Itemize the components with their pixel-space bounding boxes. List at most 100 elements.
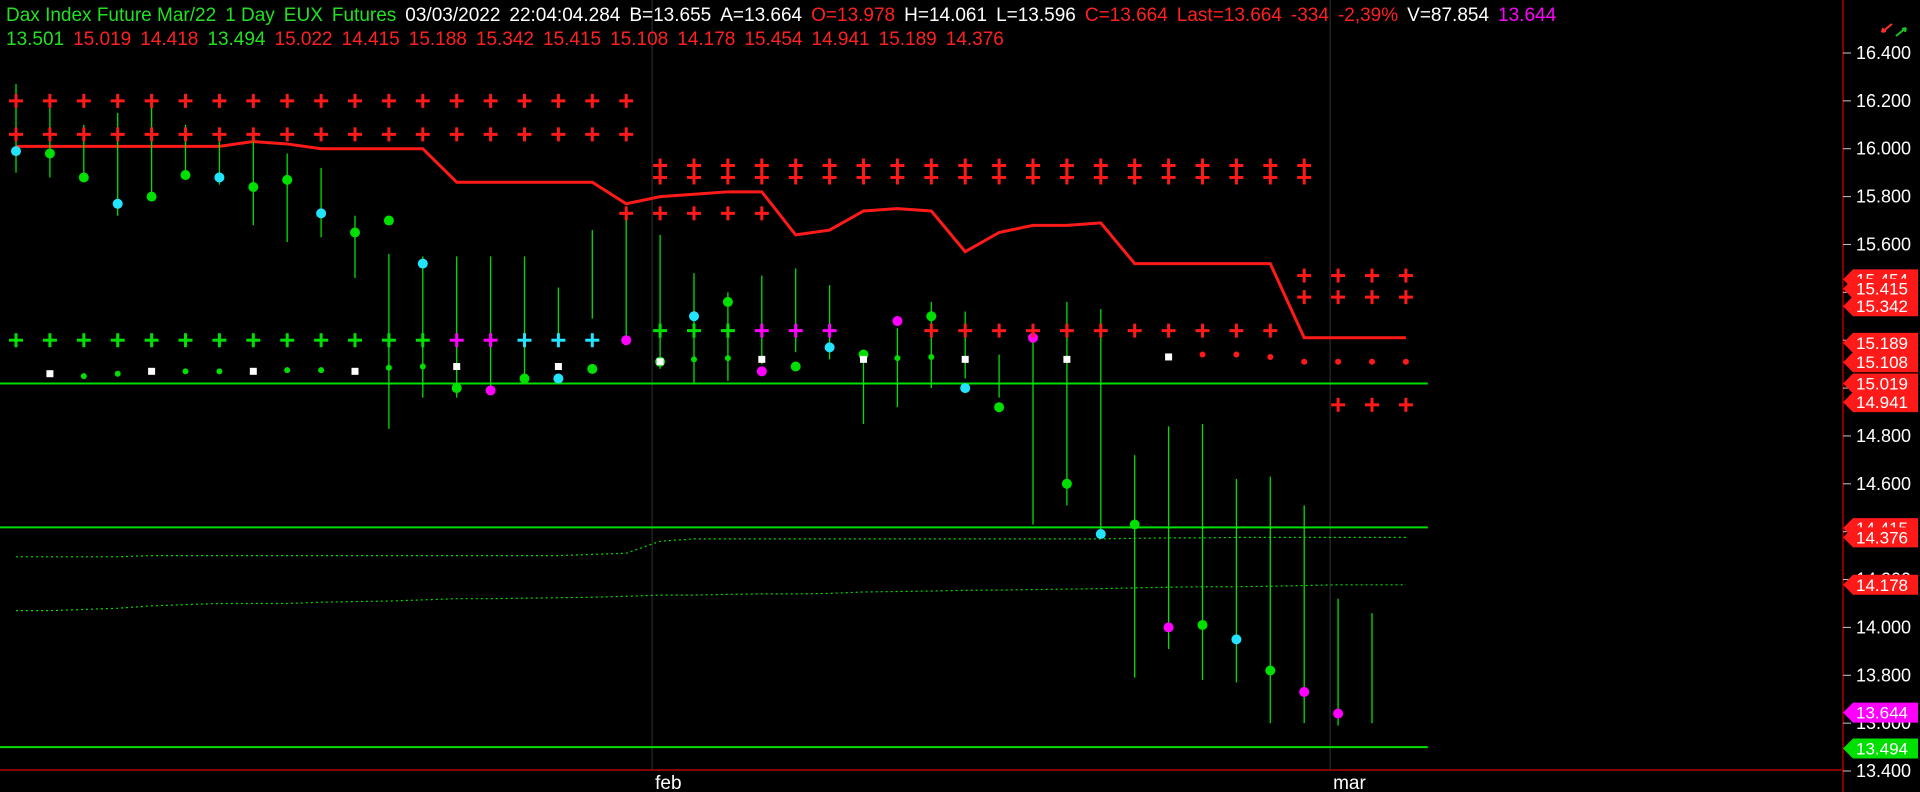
white-square xyxy=(249,367,257,375)
price-marker xyxy=(1163,622,1174,633)
value-tag: 15.108 xyxy=(1843,352,1918,373)
value-tag-text: 15.415 xyxy=(1856,280,1908,299)
price-marker xyxy=(553,373,564,384)
white-square xyxy=(554,363,562,371)
header-value: 14.376 xyxy=(945,29,1004,50)
price-marker xyxy=(926,311,937,322)
price-marker xyxy=(1061,478,1072,489)
arrow-green xyxy=(1895,27,1907,37)
white-square xyxy=(46,370,54,378)
dot-point xyxy=(419,363,426,370)
y-tick-label: 14.600 xyxy=(1856,474,1911,494)
plot-area xyxy=(0,0,1843,770)
dot-point xyxy=(114,370,121,377)
white-square xyxy=(758,355,766,363)
header-value: 14.418 xyxy=(140,29,199,50)
price-marker xyxy=(1231,634,1242,645)
month-label: feb xyxy=(655,773,681,792)
price-marker xyxy=(587,363,598,374)
price-marker xyxy=(78,172,89,183)
price-marker xyxy=(756,366,767,377)
header-value: 13.494 xyxy=(207,29,266,50)
price-marker xyxy=(994,402,1005,413)
dot-point xyxy=(1199,351,1206,358)
arrow-red xyxy=(1881,23,1893,33)
header-value: 13.501 xyxy=(6,29,65,50)
value-tag: 15.019 xyxy=(1843,373,1918,394)
price-marker xyxy=(1095,529,1106,540)
price-marker xyxy=(316,208,327,219)
value-tag: 15.342 xyxy=(1843,296,1918,317)
chart-header: Dax Index Future Mar/22 1 Day EUX Futures 03… xyxy=(6,4,1565,52)
header-value: EUX xyxy=(283,5,323,26)
white-square xyxy=(961,355,969,363)
dot-point xyxy=(1233,351,1240,358)
price-marker xyxy=(350,227,360,238)
white-square xyxy=(860,355,867,363)
y-tick-label: 14.800 xyxy=(1856,426,1911,446)
white-square xyxy=(1063,355,1071,363)
price-marker xyxy=(214,172,225,183)
value-tag-text: 13.644 xyxy=(1856,704,1908,723)
y-tick-label: 13.400 xyxy=(1856,761,1911,781)
price-marker xyxy=(722,296,733,307)
price-marker xyxy=(1197,620,1208,631)
header-line-1: Dax Index Future Mar/22 1 Day EUX Futures 03… xyxy=(6,4,1565,28)
header-value: 03/03/2022 xyxy=(405,5,501,26)
white-square xyxy=(1165,353,1173,361)
dot-point xyxy=(1369,358,1375,365)
price-marker xyxy=(892,316,903,327)
price-marker xyxy=(451,383,462,394)
price-marker xyxy=(960,383,971,394)
price-marker xyxy=(824,342,835,353)
dot-point xyxy=(894,355,901,362)
price-marker xyxy=(417,258,428,269)
y-tick-label: 15.800 xyxy=(1856,187,1911,207)
header-value: 15.454 xyxy=(744,29,803,50)
header-value: H=14.061 xyxy=(904,5,988,26)
y-tick-label: 13.800 xyxy=(1856,665,1911,685)
header-value: 15.022 xyxy=(274,29,333,50)
value-tag-text: 14.178 xyxy=(1856,576,1908,595)
value-tag-text: 15.108 xyxy=(1856,353,1908,372)
header-value: -2,39% xyxy=(1337,5,1399,26)
price-marker xyxy=(1299,687,1310,698)
price-marker xyxy=(485,385,496,396)
value-tag-text: 15.342 xyxy=(1856,297,1908,316)
dot-point xyxy=(1335,358,1342,365)
header-value: 15.019 xyxy=(73,29,132,50)
header-value: 15.342 xyxy=(475,29,534,50)
value-tag-text: 15.019 xyxy=(1856,375,1908,394)
header-value: L=13.596 xyxy=(996,5,1076,26)
y-tick-label: 15.600 xyxy=(1856,234,1911,254)
value-tag-text: 14.941 xyxy=(1856,393,1908,412)
header-value: V=87.854 xyxy=(1407,5,1490,26)
header-value: 1 Day xyxy=(225,5,275,26)
dot-point xyxy=(1402,358,1409,365)
price-marker xyxy=(383,215,394,226)
price-marker xyxy=(146,191,157,202)
dot-point xyxy=(80,373,87,380)
header-value: B=13.655 xyxy=(629,5,712,26)
dot-point xyxy=(385,364,392,371)
price-chart[interactable]: feb mar 16.400 16.200 16.000 15.800 15.600 15.4… xyxy=(0,0,1920,792)
white-square xyxy=(656,358,664,366)
white-square xyxy=(351,367,359,375)
price-marker xyxy=(1129,519,1140,530)
value-tag: 13.644 xyxy=(1843,702,1918,723)
month-label: mar xyxy=(1333,773,1366,792)
header-value: 14.178 xyxy=(677,29,736,50)
y-tick-label: 16.400 xyxy=(1856,43,1911,63)
value-tag-text: 14.376 xyxy=(1856,528,1908,547)
header-value: 15.108 xyxy=(610,29,669,50)
header-value: O=13.978 xyxy=(811,5,896,26)
dot-point xyxy=(1301,358,1308,365)
dot-point xyxy=(928,353,935,360)
price-marker xyxy=(112,198,123,209)
dot-point xyxy=(691,356,697,363)
price-marker xyxy=(248,182,259,193)
y-tick-label: 16.200 xyxy=(1856,91,1911,111)
y-tick-label: 16.000 xyxy=(1856,139,1911,159)
header-value: 15.189 xyxy=(878,29,937,50)
value-tag-text: 13.494 xyxy=(1856,740,1908,759)
